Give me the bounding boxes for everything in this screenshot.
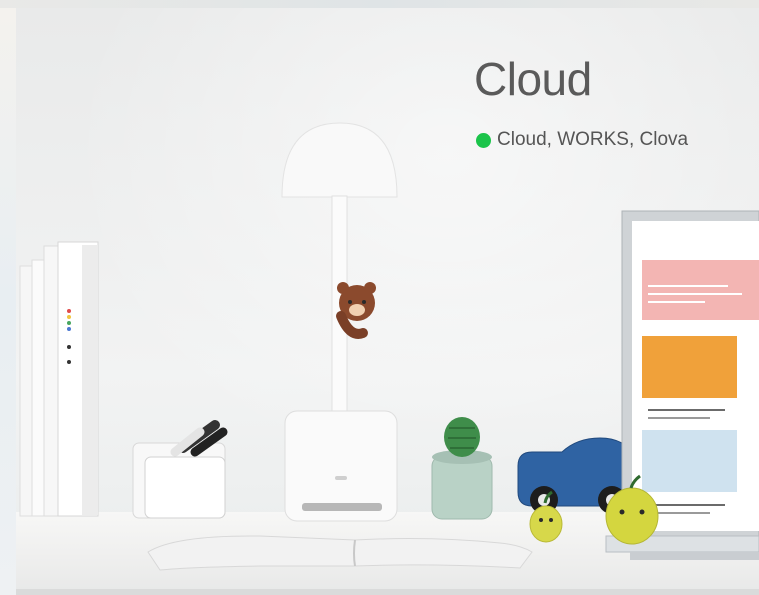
cactus <box>431 417 493 520</box>
books <box>19 241 99 517</box>
notebook <box>147 535 533 571</box>
green-dot-icon <box>476 132 491 148</box>
hero-subtitle: Cloud, WORKS, Clova <box>497 129 689 150</box>
hero-subtitle-row: Cloud, WORKS, Clova <box>476 129 688 151</box>
scene-illustration <box>19 122 759 571</box>
hero-title: Cloud <box>474 53 592 105</box>
photo-frame: Cloud Cloud, WORKS, Clova <box>0 0 759 595</box>
pen-holder <box>132 420 228 519</box>
bear-figure <box>336 282 376 339</box>
